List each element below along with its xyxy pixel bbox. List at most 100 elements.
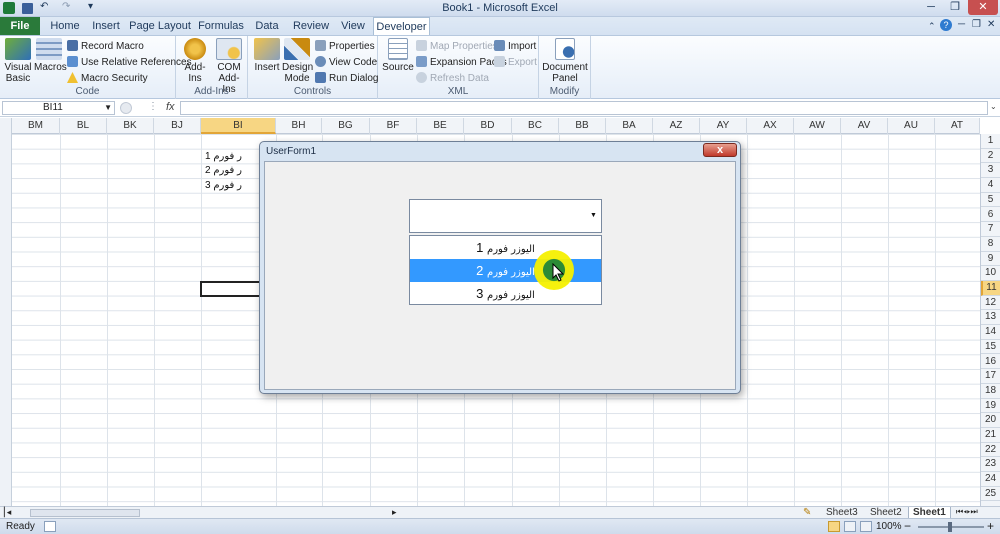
record-macro-button[interactable]: Record Macro <box>67 40 144 54</box>
column-header-at[interactable]: AT <box>935 118 980 134</box>
document-panel-button[interactable]: Document Panel <box>541 38 589 84</box>
column-header-ba[interactable]: BA <box>606 118 653 134</box>
properties-button[interactable]: Properties <box>315 40 375 54</box>
column-header-ay[interactable]: AY <box>700 118 747 134</box>
workbook-restore-icon[interactable]: ❐ <box>972 19 981 30</box>
zoom-in-button[interactable]: + <box>987 519 994 533</box>
row-header-3[interactable]: 3 <box>981 163 1000 179</box>
cell-text[interactable]: ر فورم 2 <box>205 165 242 176</box>
tab-formulas[interactable]: Formulas <box>196 17 246 35</box>
column-header-be[interactable]: BE <box>417 118 464 134</box>
normal-view-icon[interactable] <box>828 521 840 532</box>
column-header-bm[interactable]: BM <box>12 118 60 134</box>
zoom-level[interactable]: 100% <box>876 521 902 532</box>
relative-references-button[interactable]: Use Relative References <box>67 56 192 70</box>
column-header-au[interactable]: AU <box>888 118 935 134</box>
row-header-21[interactable]: 21 <box>981 428 1000 443</box>
row-header-18[interactable]: 18 <box>981 384 1000 399</box>
vertical-split-strip[interactable] <box>0 118 12 506</box>
formula-input[interactable] <box>180 101 988 115</box>
row-header-5[interactable]: 5 <box>981 193 1000 208</box>
column-header-aw[interactable]: AW <box>794 118 841 134</box>
page-break-view-icon[interactable] <box>860 521 872 532</box>
row-header-14[interactable]: 14 <box>981 325 1000 340</box>
row-header-24[interactable]: 24 <box>981 472 1000 487</box>
column-header-bj[interactable]: BJ <box>154 118 201 134</box>
column-header-bd[interactable]: BD <box>464 118 512 134</box>
column-header-bi[interactable]: BI <box>201 118 276 134</box>
tab-insert[interactable]: Insert <box>86 17 126 35</box>
macros-button[interactable]: Macros <box>34 38 67 73</box>
zoom-out-button[interactable]: − <box>904 519 911 533</box>
column-header-bb[interactable]: BB <box>559 118 606 134</box>
sheet-nav-icon[interactable]: ⏮◂▸⏭ <box>956 507 978 517</box>
cell-text[interactable]: ر فورم 1 <box>205 151 242 162</box>
tab-view[interactable]: View <box>338 17 368 35</box>
refresh-data-button[interactable]: Refresh Data <box>416 72 489 86</box>
ribbon-minimize-icon[interactable]: ⌃ <box>928 21 936 32</box>
view-code-button[interactable]: View Code <box>315 56 377 70</box>
list-item[interactable]: 3 اليوزر فورم <box>410 282 601 305</box>
name-box-dropdown-icon[interactable]: ▼ <box>104 102 112 114</box>
tab-scroll-first-icon[interactable]: ⎮◂ <box>2 507 11 518</box>
list-item[interactable]: 1 اليوزر فورم <box>410 236 601 259</box>
tab-file[interactable]: File <box>0 17 40 35</box>
row-header-17[interactable]: 17 <box>981 369 1000 384</box>
close-button[interactable]: ✕ <box>968 0 998 15</box>
combobox-dropdown-arrow-icon[interactable]: ▼ <box>586 201 601 231</box>
row-header-2[interactable]: 2 <box>981 149 1000 164</box>
row-header-4[interactable]: 4 <box>981 178 1000 193</box>
column-header-bk[interactable]: BK <box>107 118 154 134</box>
expand-formula-bar-icon[interactable]: ⌄ <box>990 102 997 111</box>
tab-data[interactable]: Data <box>250 17 284 35</box>
row-header-7[interactable]: 7 <box>981 222 1000 237</box>
insert-function-icon[interactable]: fx <box>166 101 175 113</box>
column-header-bh[interactable]: BH <box>276 118 322 134</box>
insert-control-button[interactable]: Insert <box>252 38 282 73</box>
row-header-9[interactable]: 9 <box>981 252 1000 267</box>
workbook-minimize-icon[interactable]: ─ <box>958 19 965 30</box>
map-properties-button[interactable]: Map Properties <box>416 40 498 54</box>
column-header-bf[interactable]: BF <box>370 118 417 134</box>
zoom-slider-thumb[interactable] <box>948 522 952 532</box>
row-header-22[interactable]: 22 <box>981 443 1000 458</box>
row-header-6[interactable]: 6 <box>981 208 1000 223</box>
formula-cancel-icon[interactable] <box>120 102 132 114</box>
active-cell[interactable] <box>200 281 262 297</box>
export-button[interactable]: Export <box>494 56 537 70</box>
tab-home[interactable]: Home <box>44 17 86 35</box>
column-header-bg[interactable]: BG <box>322 118 370 134</box>
column-header-av[interactable]: AV <box>841 118 888 134</box>
column-header-az[interactable]: AZ <box>653 118 700 134</box>
visual-basic-button[interactable]: Visual Basic <box>3 38 33 84</box>
restore-button[interactable]: ❐ <box>944 0 966 15</box>
run-dialog-button[interactable]: Run Dialog <box>315 72 378 86</box>
column-header-ax[interactable]: AX <box>747 118 794 134</box>
row-header-19[interactable]: 19 <box>981 399 1000 414</box>
tab-page-layout[interactable]: Page Layout <box>128 17 192 35</box>
row-header-12[interactable]: 12 <box>981 296 1000 311</box>
import-button[interactable]: Import <box>494 40 536 54</box>
source-button[interactable]: Source <box>382 38 414 73</box>
row-header-20[interactable]: 20 <box>981 413 1000 428</box>
help-icon[interactable]: ? <box>940 19 952 31</box>
minimize-button[interactable]: ─ <box>920 0 942 15</box>
horizontal-scrollbar-thumb[interactable] <box>30 509 140 517</box>
cell-text[interactable]: ر فورم 3 <box>205 180 242 191</box>
design-mode-button[interactable]: Design Mode <box>282 38 313 84</box>
macro-security-button[interactable]: Macro Security <box>67 72 148 86</box>
row-header-8[interactable]: 8 <box>981 237 1000 252</box>
column-header-bc[interactable]: BC <box>512 118 559 134</box>
row-header-11[interactable]: 11 <box>981 281 1000 296</box>
scroll-right-icon[interactable]: ▸ <box>392 507 397 518</box>
row-header-16[interactable]: 16 <box>981 355 1000 370</box>
tab-review[interactable]: Review <box>290 17 332 35</box>
insert-sheet-icon[interactable]: ✎ <box>803 507 811 518</box>
row-header-1[interactable]: 1 <box>981 134 1000 149</box>
row-header-23[interactable]: 23 <box>981 457 1000 473</box>
row-header-15[interactable]: 15 <box>981 340 1000 355</box>
page-layout-view-icon[interactable] <box>844 521 856 532</box>
combobox[interactable]: ▼ <box>409 199 602 233</box>
tab-developer[interactable]: Developer <box>373 17 430 35</box>
add-ins-button[interactable]: Add-Ins <box>179 38 211 84</box>
